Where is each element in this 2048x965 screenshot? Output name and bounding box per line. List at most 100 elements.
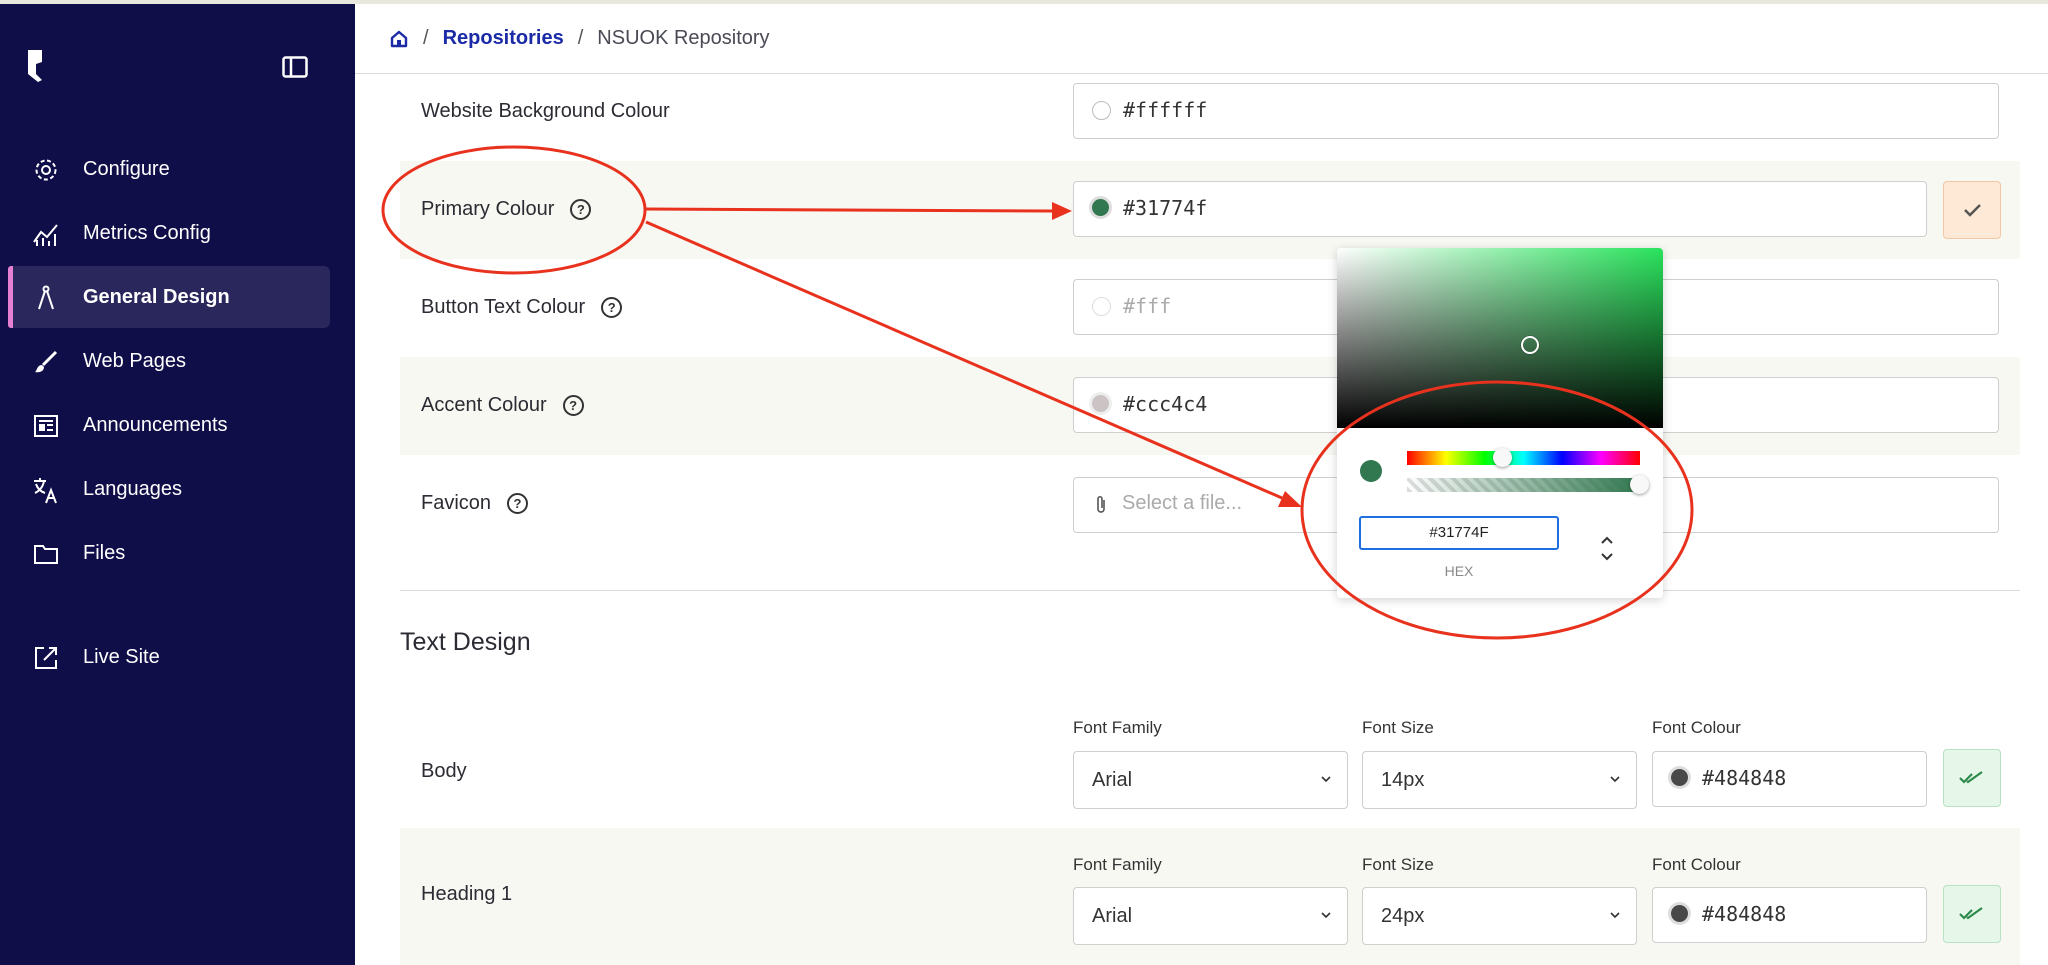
color-value: #ffffff: [1123, 98, 1208, 122]
hex-label: HEX: [1444, 563, 1474, 579]
primary-colour-field[interactable]: #31774f: [1073, 181, 1927, 237]
font-size-select[interactable]: 24px: [1362, 887, 1637, 945]
chevron-down-icon: [1610, 776, 1620, 783]
accent-colour-row: Accent Colour? #ccc4c4: [400, 357, 2020, 455]
sidebar-item-label: Announcements: [83, 414, 228, 436]
sidebar-item-live-site[interactable]: Live Site: [8, 626, 330, 688]
font-colour-field[interactable]: #484848: [1652, 887, 1927, 943]
font-family-label: Font Family: [1073, 855, 1162, 874]
alpha-slider[interactable]: [1407, 478, 1640, 492]
help-icon[interactable]: ?: [601, 297, 623, 318]
folder-icon: [34, 545, 58, 564]
check-icon: [1964, 204, 1981, 217]
sidebar-item-label: Web Pages: [83, 350, 187, 372]
button-text-colour-label: Button Text Colour?: [421, 296, 623, 319]
sidebar-item-label: Metrics Config: [83, 222, 211, 244]
font-family-select[interactable]: Arial: [1073, 751, 1348, 809]
color-value: #484848: [1702, 902, 1787, 926]
text-row-heading-1: Heading 1 Font Family Arial Font Size 24…: [400, 828, 2020, 965]
chevron-down-icon: [1321, 776, 1331, 783]
breadcrumb-separator: /: [423, 27, 429, 49]
select-value: 24px: [1381, 905, 1425, 927]
breadcrumb-current: NSUOK Repository: [597, 27, 770, 49]
sidebar-item-label: General Design: [83, 286, 230, 308]
help-icon[interactable]: ?: [507, 493, 529, 514]
double-check-icon: [1959, 907, 1983, 920]
sidebar-toggle-icon[interactable]: [282, 56, 308, 78]
color-preview-swatch: [1360, 460, 1382, 482]
chevron-down-icon: [1321, 912, 1331, 919]
text-row-label: Heading 1: [421, 883, 513, 905]
color-swatch: [1671, 769, 1688, 786]
favicon-label: Favicon?: [421, 492, 529, 515]
sidebar-item-label: Live Site: [83, 646, 160, 668]
font-colour-label: Font Colour: [1652, 855, 1741, 874]
chart-icon: [33, 224, 58, 246]
chevron-down-icon: [1610, 912, 1620, 919]
sidebar-item-announcements[interactable]: Announcements: [8, 394, 330, 456]
primary-colour-row: Primary Colour? #31774f: [400, 161, 2020, 259]
color-value: #ccc4c4: [1123, 392, 1208, 416]
sidebar-item-metrics-config[interactable]: Metrics Config: [8, 202, 330, 264]
sidebar-item-configure[interactable]: Configure: [8, 138, 330, 200]
font-colour-label: Font Colour: [1652, 718, 1741, 737]
font-family-label: Font Family: [1073, 718, 1162, 737]
sidebar-item-web-pages[interactable]: Web Pages: [8, 330, 330, 392]
font-colour-field[interactable]: #484848: [1652, 751, 1927, 807]
website-background-label: Website Background Colour: [421, 100, 670, 122]
select-value: Arial: [1092, 769, 1133, 791]
text-row-body: Body Font Family Arial Font Size 14px Fo…: [400, 710, 2020, 828]
breadcrumb: / Repositories / NSUOK Repository: [389, 4, 770, 73]
sidebar-item-languages[interactable]: Languages: [8, 458, 330, 520]
color-swatch: [1092, 297, 1111, 316]
text-row-label: Body: [421, 760, 467, 782]
color-swatch: [1671, 905, 1688, 922]
color-swatch: [1092, 199, 1109, 216]
apply-font-colour-button[interactable]: [1943, 885, 2001, 943]
help-icon[interactable]: ?: [562, 395, 584, 416]
sidebar-item-label: Languages: [83, 478, 182, 500]
website-background-field[interactable]: #ffffff: [1073, 83, 1999, 139]
translate-icon: [34, 478, 57, 504]
select-value: Arial: [1092, 905, 1133, 927]
top-header: / Repositories / NSUOK Repository: [355, 4, 2048, 74]
apply-font-colour-button[interactable]: [1943, 749, 2001, 807]
font-size-label: Font Size: [1362, 855, 1434, 874]
brush-icon: [35, 350, 58, 373]
accent-colour-label: Accent Colour?: [421, 394, 584, 417]
breadcrumb-repositories-link[interactable]: Repositories: [443, 27, 564, 50]
color-value: #31774f: [1123, 196, 1208, 220]
font-size-select[interactable]: 14px: [1362, 751, 1637, 809]
saturation-panel[interactable]: [1337, 248, 1663, 428]
saturation-cursor[interactable]: [1521, 336, 1539, 354]
sidebar-item-general-design[interactable]: General Design: [8, 266, 330, 328]
website-background-row: Website Background Colour #ffffff: [400, 73, 2020, 161]
button-text-colour-row: Button Text Colour? #fff: [400, 259, 2020, 357]
hue-slider[interactable]: [1407, 451, 1640, 465]
file-placeholder: Select a file...: [1122, 492, 1243, 514]
sidebar-item-label: Files: [83, 542, 126, 564]
home-icon[interactable]: [389, 29, 409, 49]
double-check-icon: [1959, 771, 1983, 784]
logo-icon[interactable]: [26, 48, 46, 84]
help-icon[interactable]: ?: [570, 199, 592, 220]
color-picker-popup: #31774F HEX: [1337, 248, 1663, 598]
color-value: #fff: [1123, 294, 1172, 318]
section-divider: [400, 590, 2020, 591]
hex-input[interactable]: #31774F: [1359, 516, 1559, 550]
sidebar-item-files[interactable]: Files: [8, 522, 330, 584]
breadcrumb-separator: /: [577, 27, 584, 49]
font-size-label: Font Size: [1362, 718, 1434, 737]
text-design-title: Text Design: [400, 628, 531, 656]
alpha-slider-thumb[interactable]: [1630, 475, 1649, 494]
apply-colour-button[interactable]: [1943, 181, 2001, 239]
external-link-icon: [35, 647, 57, 669]
color-swatch: [1092, 101, 1111, 120]
font-family-select[interactable]: Arial: [1073, 887, 1348, 945]
format-toggle-icon[interactable]: [1599, 534, 1615, 564]
primary-colour-label: Primary Colour?: [421, 198, 592, 221]
compass-icon: [38, 285, 54, 310]
hue-slider-thumb[interactable]: [1493, 448, 1512, 467]
color-swatch: [1092, 395, 1109, 412]
favicon-row: Favicon? Select a file...: [400, 455, 2020, 555]
